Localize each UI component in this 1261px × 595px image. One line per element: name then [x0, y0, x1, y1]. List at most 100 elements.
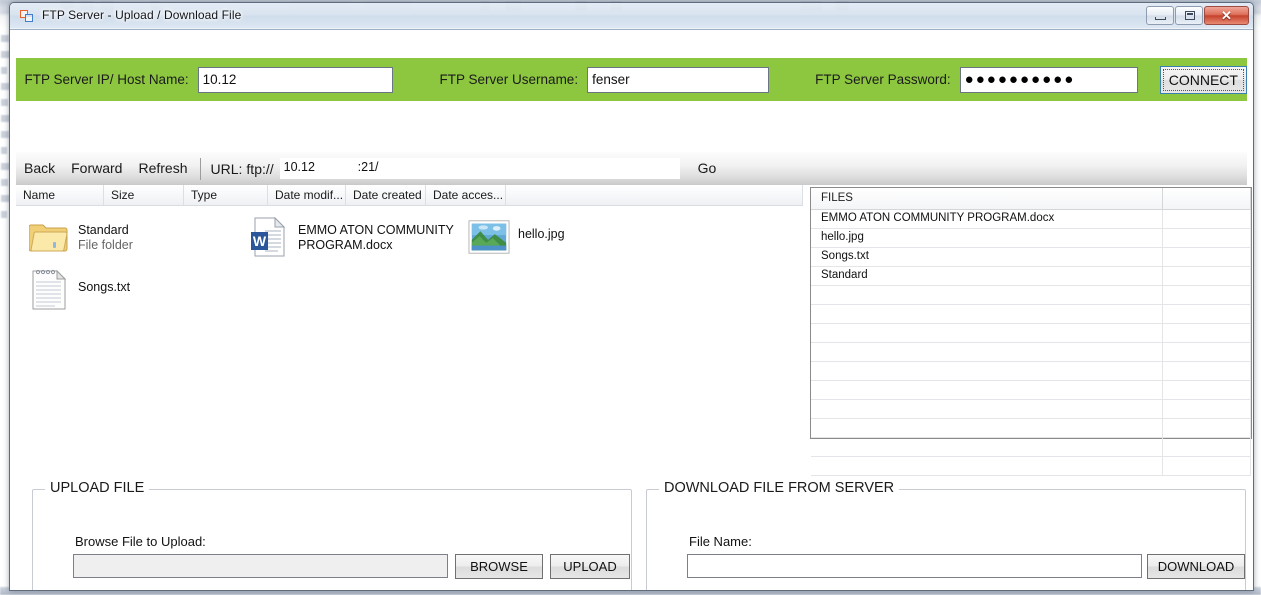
file-extra-cell[interactable] [1163, 248, 1251, 266]
file-name-cell[interactable]: EMMO ATON COMMUNITY PROGRAM.docx [811, 210, 1163, 228]
browse-file-label: Browse File to Upload: [75, 534, 206, 549]
file-extra-cell[interactable] [1163, 400, 1251, 418]
column-type[interactable]: Type [184, 185, 268, 205]
upload-button[interactable]: UPLOAD [550, 554, 630, 579]
file-name-cell[interactable] [811, 438, 1163, 456]
file-name-cell[interactable] [811, 400, 1163, 418]
client-area: FTP Server IP/ Host Name: FTP Server Use… [10, 29, 1253, 590]
table-row-empty[interactable] [811, 343, 1251, 362]
file-name-cell[interactable] [811, 381, 1163, 399]
column-date-accessed[interactable]: Date acces... [426, 185, 506, 205]
folder-icon [28, 216, 70, 258]
title-bar[interactable]: FTP Server - Upload / Download File ✕ [10, 3, 1253, 29]
file-name-cell[interactable] [811, 457, 1163, 475]
files-data-grid[interactable]: FILES EMMO ATON COMMUNITY PROGRAM.docx h… [810, 187, 1252, 476]
table-row[interactable]: Standard [811, 267, 1251, 286]
file-name-cell[interactable]: Songs.txt [811, 248, 1163, 266]
column-date-modified[interactable]: Date modif... [268, 185, 346, 205]
go-button[interactable]: Go [688, 152, 727, 185]
files-column-header-blank[interactable] [1163, 188, 1251, 209]
upload-path-input[interactable] [73, 554, 448, 578]
list-item-labels: Songs.txt [70, 268, 130, 295]
text-file-icon [28, 268, 70, 310]
download-button[interactable]: DOWNLOAD [1147, 554, 1245, 579]
file-extra-cell[interactable] [1163, 438, 1251, 456]
table-row-empty[interactable] [811, 286, 1251, 305]
table-row-empty[interactable] [811, 400, 1251, 419]
table-row-empty[interactable] [811, 457, 1251, 476]
list-item-labels: EMMO ATON COMMUNITY PROGRAM.docx [290, 216, 458, 253]
file-name-cell[interactable] [811, 305, 1163, 323]
list-item-subtitle: File folder [78, 238, 133, 252]
maximize-icon [1185, 11, 1195, 20]
back-button[interactable]: Back [16, 152, 63, 185]
file-extra-cell[interactable] [1163, 457, 1251, 475]
file-extra-cell[interactable] [1163, 229, 1251, 247]
list-item-name: hello.jpg [518, 227, 565, 241]
download-filename-input[interactable] [687, 554, 1142, 578]
url-input-area[interactable]: 10.12 :21/ [279, 158, 680, 179]
connect-button[interactable]: CONNECT [1159, 65, 1248, 94]
table-row[interactable]: hello.jpg [811, 229, 1251, 248]
table-row[interactable]: Songs.txt [811, 248, 1251, 267]
list-item-labels: Standard File folder [70, 216, 133, 253]
minimize-button[interactable] [1146, 6, 1174, 25]
list-item[interactable]: W EMMO ATON COMMUNITY PROGRAM.docx [248, 216, 454, 258]
close-button[interactable]: ✕ [1204, 6, 1249, 25]
file-name-cell[interactable] [811, 324, 1163, 342]
file-extra-cell[interactable] [1163, 324, 1251, 342]
table-row-empty[interactable] [811, 419, 1251, 438]
file-name-cell[interactable] [811, 419, 1163, 437]
url-protocol-label: ftp:// [246, 160, 274, 177]
file-extra-cell[interactable] [1163, 343, 1251, 361]
refresh-button[interactable]: Refresh [130, 152, 195, 185]
file-extra-cell[interactable] [1163, 362, 1251, 380]
url-label: URL: [210, 160, 243, 177]
username-input[interactable] [587, 66, 770, 93]
table-row-empty[interactable] [811, 305, 1251, 324]
list-item-labels: hello.jpg [510, 216, 565, 242]
list-item[interactable]: Songs.txt [28, 268, 228, 310]
table-row-empty[interactable] [811, 381, 1251, 400]
table-row-empty[interactable] [811, 324, 1251, 343]
file-name-cell[interactable]: hello.jpg [811, 229, 1163, 247]
file-extra-cell[interactable] [1163, 381, 1251, 399]
table-row-empty[interactable] [811, 362, 1251, 381]
table-row[interactable]: EMMO ATON COMMUNITY PROGRAM.docx [811, 210, 1251, 229]
toolbar-separator [199, 157, 201, 180]
file-extra-cell[interactable] [1163, 267, 1251, 285]
url-port-value[interactable]: :21/ [358, 160, 379, 174]
file-extra-cell[interactable] [1163, 286, 1251, 304]
list-item[interactable]: Standard File folder [28, 216, 228, 258]
file-extra-cell[interactable] [1163, 419, 1251, 437]
connection-bar: FTP Server IP/ Host Name: FTP Server Use… [16, 58, 1248, 101]
browse-button[interactable]: BROWSE [455, 554, 543, 579]
file-extra-cell[interactable] [1163, 210, 1251, 228]
table-row-empty[interactable] [811, 438, 1251, 457]
word-document-icon: W [248, 216, 290, 258]
file-name-cell[interactable] [811, 343, 1163, 361]
list-item[interactable]: hello.jpg [468, 216, 668, 258]
files-column-header[interactable]: FILES [811, 188, 1163, 209]
minimize-icon [1155, 17, 1166, 20]
url-host-value[interactable]: 10.12 [284, 160, 315, 174]
upload-file-group: UPLOAD FILE Browse File to Upload: BROWS… [32, 480, 632, 590]
ftp-client-window: FTP Server - Upload / Download File ✕ FT… [9, 2, 1254, 591]
column-size[interactable]: Size [104, 185, 184, 205]
maximize-button[interactable] [1175, 6, 1203, 25]
file-name-cell[interactable] [811, 362, 1163, 380]
file-name-label: File Name: [689, 534, 752, 549]
file-name-cell[interactable]: Standard [811, 267, 1163, 285]
file-extra-cell[interactable] [1163, 305, 1251, 323]
column-date-created[interactable]: Date created [346, 185, 426, 205]
host-input[interactable] [197, 66, 394, 93]
file-name-cell[interactable] [811, 286, 1163, 304]
password-input[interactable] [959, 66, 1138, 93]
remote-file-explorer[interactable]: Name Size Type Date modif... Date create… [16, 185, 803, 444]
app-form-icon [20, 10, 34, 23]
list-item-name: EMMO ATON COMMUNITY PROGRAM.docx [298, 223, 454, 252]
download-file-group: DOWNLOAD FILE FROM SERVER File Name: DOW… [646, 480, 1246, 590]
column-name[interactable]: Name [16, 185, 104, 205]
svg-text:W: W [253, 233, 267, 249]
forward-button[interactable]: Forward [63, 152, 130, 185]
